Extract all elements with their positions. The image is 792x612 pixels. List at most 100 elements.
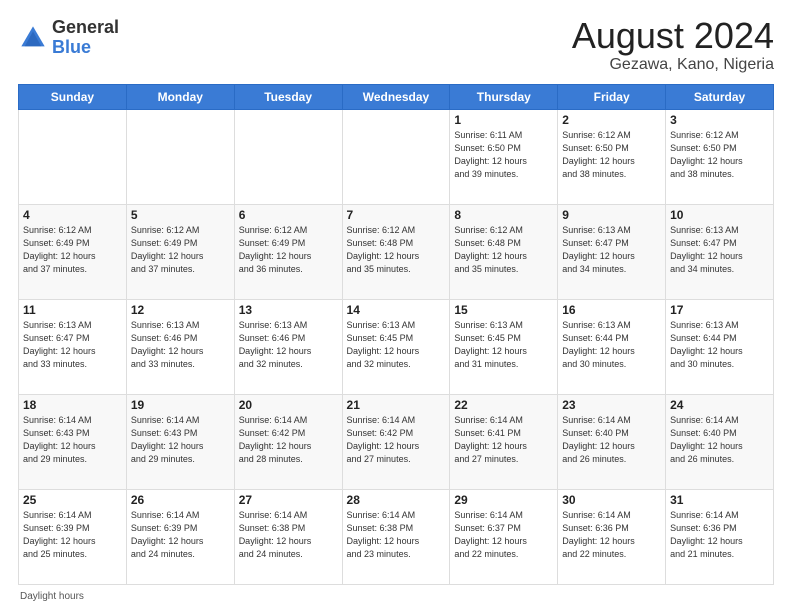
day-info: Sunrise: 6:13 AMSunset: 6:46 PMDaylight:… [131, 319, 230, 371]
col-thursday: Thursday [450, 85, 558, 110]
day-info: Sunrise: 6:14 AMSunset: 6:43 PMDaylight:… [23, 414, 122, 466]
day-number: 12 [131, 303, 230, 317]
day-info: Sunrise: 6:14 AMSunset: 6:38 PMDaylight:… [347, 509, 446, 561]
day-number: 7 [347, 208, 446, 222]
day-info: Sunrise: 6:12 AMSunset: 6:49 PMDaylight:… [239, 224, 338, 276]
day-info: Sunrise: 6:14 AMSunset: 6:40 PMDaylight:… [670, 414, 769, 466]
table-row: 24Sunrise: 6:14 AMSunset: 6:40 PMDayligh… [666, 395, 774, 490]
generalblue-logo-icon [18, 23, 48, 53]
col-friday: Friday [558, 85, 666, 110]
logo: General Blue [18, 18, 119, 58]
calendar-week-row: 11 Sunrise: 6:13 AMSunset: 6:47 PMDayligh… [19, 300, 774, 395]
logo-general-text: General [52, 17, 119, 37]
table-row: 17Sunrise: 6:13 AMSunset: 6:44 PMDayligh… [666, 300, 774, 395]
day-info: Sunrise: 6:12 AMSunset: 6:49 PMDaylight:… [131, 224, 230, 276]
day-info: Sunrise: 6:13 AMSunset: 6:47 PMDaylight:… [23, 319, 122, 371]
table-row: 13 Sunrise: 6:13 AMSunset: 6:46 PMDayligh… [234, 300, 342, 395]
page: General Blue August 2024 Gezawa, Kano, N… [0, 0, 792, 612]
table-row: 11 Sunrise: 6:13 AMSunset: 6:47 PMDayligh… [19, 300, 127, 395]
table-row: 4 Sunrise: 6:12 AMSunset: 6:49 PMDaylight… [19, 205, 127, 300]
col-sunday: Sunday [19, 85, 127, 110]
table-row: 2 Sunrise: 6:12 AMSunset: 6:50 PMDaylight… [558, 110, 666, 205]
month-title: August 2024 [572, 18, 774, 54]
location: Gezawa, Kano, Nigeria [572, 56, 774, 74]
table-row: 18 Sunrise: 6:14 AMSunset: 6:43 PMDayligh… [19, 395, 127, 490]
day-number: 19 [131, 398, 230, 412]
day-number: 8 [454, 208, 553, 222]
day-number: 9 [562, 208, 661, 222]
table-row: 29Sunrise: 6:14 AMSunset: 6:37 PMDayligh… [450, 490, 558, 585]
calendar-week-row: 18 Sunrise: 6:14 AMSunset: 6:43 PMDayligh… [19, 395, 774, 490]
day-number: 11 [23, 303, 122, 317]
table-row: 22Sunrise: 6:14 AMSunset: 6:41 PMDayligh… [450, 395, 558, 490]
day-info: Sunrise: 6:14 AMSunset: 6:39 PMDaylight:… [131, 509, 230, 561]
day-info: Sunrise: 6:14 AMSunset: 6:43 PMDaylight:… [131, 414, 230, 466]
day-number: 18 [23, 398, 122, 412]
table-row: 12 Sunrise: 6:13 AMSunset: 6:46 PMDayligh… [126, 300, 234, 395]
table-row: 14 Sunrise: 6:13 AMSunset: 6:45 PMDayligh… [342, 300, 450, 395]
day-number: 31 [670, 493, 769, 507]
table-row: 7 Sunrise: 6:12 AMSunset: 6:48 PMDaylight… [342, 205, 450, 300]
table-row: 5 Sunrise: 6:12 AMSunset: 6:49 PMDaylight… [126, 205, 234, 300]
title-block: August 2024 Gezawa, Kano, Nigeria [572, 18, 774, 74]
day-number: 25 [23, 493, 122, 507]
day-number: 21 [347, 398, 446, 412]
day-number: 5 [131, 208, 230, 222]
col-wednesday: Wednesday [342, 85, 450, 110]
table-row: 28Sunrise: 6:14 AMSunset: 6:38 PMDayligh… [342, 490, 450, 585]
day-info: Sunrise: 6:13 AMSunset: 6:44 PMDaylight:… [562, 319, 661, 371]
day-info: Sunrise: 6:14 AMSunset: 6:42 PMDaylight:… [239, 414, 338, 466]
table-row [342, 110, 450, 205]
day-info: Sunrise: 6:12 AMSunset: 6:49 PMDaylight:… [23, 224, 122, 276]
calendar-table: Sunday Monday Tuesday Wednesday Thursday… [18, 84, 774, 585]
table-row [234, 110, 342, 205]
day-number: 23 [562, 398, 661, 412]
day-number: 27 [239, 493, 338, 507]
day-info: Sunrise: 6:13 AMSunset: 6:45 PMDaylight:… [454, 319, 553, 371]
day-number: 16 [562, 303, 661, 317]
day-info: Sunrise: 6:14 AMSunset: 6:42 PMDaylight:… [347, 414, 446, 466]
day-info: Sunrise: 6:12 AMSunset: 6:50 PMDaylight:… [562, 129, 661, 181]
table-row: 1 Sunrise: 6:11 AMSunset: 6:50 PMDaylight… [450, 110, 558, 205]
day-info: Sunrise: 6:13 AMSunset: 6:47 PMDaylight:… [670, 224, 769, 276]
table-row: 21 Sunrise: 6:14 AMSunset: 6:42 PMDayligh… [342, 395, 450, 490]
calendar-week-row: 4 Sunrise: 6:12 AMSunset: 6:49 PMDaylight… [19, 205, 774, 300]
day-number: 14 [347, 303, 446, 317]
table-row: 27Sunrise: 6:14 AMSunset: 6:38 PMDayligh… [234, 490, 342, 585]
day-info: Sunrise: 6:14 AMSunset: 6:36 PMDaylight:… [562, 509, 661, 561]
table-row: 20 Sunrise: 6:14 AMSunset: 6:42 PMDayligh… [234, 395, 342, 490]
col-monday: Monday [126, 85, 234, 110]
day-info: Sunrise: 6:14 AMSunset: 6:40 PMDaylight:… [562, 414, 661, 466]
day-info: Sunrise: 6:13 AMSunset: 6:46 PMDaylight:… [239, 319, 338, 371]
day-number: 15 [454, 303, 553, 317]
table-row [19, 110, 127, 205]
header: General Blue August 2024 Gezawa, Kano, N… [18, 18, 774, 74]
table-row: 30 Sunrise: 6:14 AMSunset: 6:36 PMDayligh… [558, 490, 666, 585]
table-row: 25Sunrise: 6:14 AMSunset: 6:39 PMDayligh… [19, 490, 127, 585]
day-info: Sunrise: 6:12 AMSunset: 6:48 PMDaylight:… [454, 224, 553, 276]
table-row: 15 Sunrise: 6:13 AMSunset: 6:45 PMDayligh… [450, 300, 558, 395]
day-info: Sunrise: 6:13 AMSunset: 6:47 PMDaylight:… [562, 224, 661, 276]
day-info: Sunrise: 6:13 AMSunset: 6:45 PMDaylight:… [347, 319, 446, 371]
col-tuesday: Tuesday [234, 85, 342, 110]
table-row: 16 Sunrise: 6:13 AMSunset: 6:44 PMDayligh… [558, 300, 666, 395]
day-info: Sunrise: 6:12 AMSunset: 6:48 PMDaylight:… [347, 224, 446, 276]
day-number: 26 [131, 493, 230, 507]
day-number: 13 [239, 303, 338, 317]
day-number: 17 [670, 303, 769, 317]
day-number: 2 [562, 113, 661, 127]
day-info: Sunrise: 6:11 AMSunset: 6:50 PMDaylight:… [454, 129, 553, 181]
day-number: 30 [562, 493, 661, 507]
table-row: 23 Sunrise: 6:14 AMSunset: 6:40 PMDayligh… [558, 395, 666, 490]
calendar-week-row: 25 Sunrise: 6:14 AMSunset: 6:39 PMDayligh… [19, 490, 774, 585]
day-number: 29 [454, 493, 553, 507]
day-number: 1 [454, 113, 553, 127]
day-number: 6 [239, 208, 338, 222]
day-number: 4 [23, 208, 122, 222]
day-info: Sunrise: 6:14 AMSunset: 6:41 PMDaylight:… [454, 414, 553, 466]
col-saturday: Saturday [666, 85, 774, 110]
day-info: Sunrise: 6:14 AMSunset: 6:36 PMDaylight:… [670, 509, 769, 561]
day-number: 10 [670, 208, 769, 222]
day-number: 20 [239, 398, 338, 412]
calendar-week-row: 1 Sunrise: 6:11 AMSunset: 6:50 PMDaylight… [19, 110, 774, 205]
